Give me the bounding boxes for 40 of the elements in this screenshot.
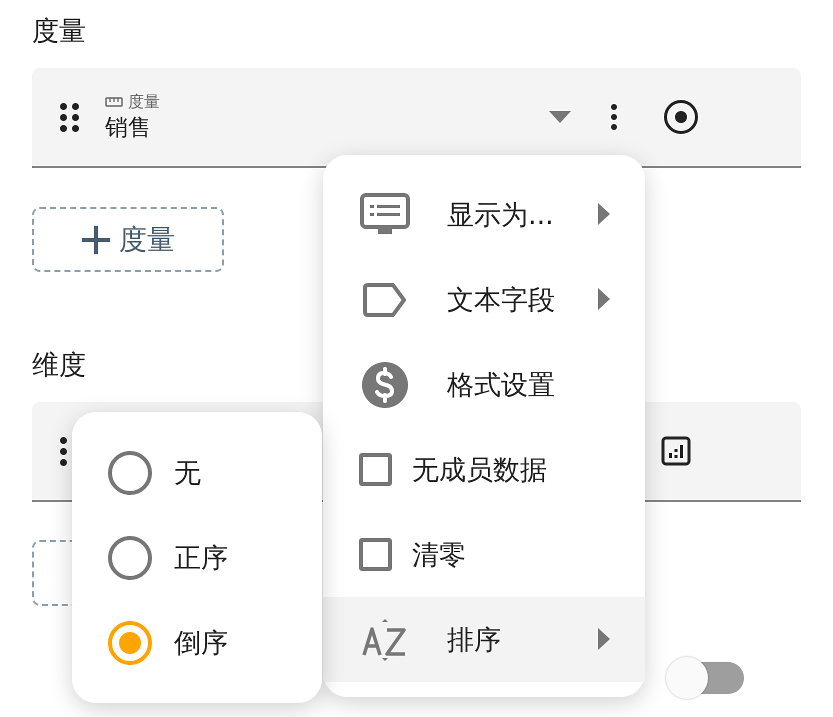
option-label: 无: [174, 456, 201, 490]
monitor-icon: [360, 192, 410, 236]
menu-item[interactable]: 格式设置: [323, 342, 645, 427]
menu-item-label: 排序: [447, 624, 501, 658]
menu-item-label: 无成员数据: [412, 454, 547, 488]
menu-item-label: 格式设置: [447, 368, 555, 402]
dropdown-caret-icon[interactable]: [549, 111, 571, 123]
menu-item[interactable]: 显示为...: [323, 172, 645, 257]
checkbox[interactable]: [359, 453, 392, 486]
plus-icon: [81, 224, 111, 254]
submenu-arrow-icon: [598, 628, 610, 650]
submenu-arrow-icon: [598, 288, 610, 310]
menu-item[interactable]: 文本字段: [323, 257, 645, 342]
submenu-arrow-icon: [598, 203, 610, 225]
section-heading: 维度: [32, 349, 87, 383]
more-icon[interactable]: [611, 104, 617, 130]
bar-chart-icon[interactable]: [661, 436, 691, 466]
menu-item-label: 显示为...: [447, 198, 554, 232]
radio-button[interactable]: [108, 450, 152, 494]
drag-handle-icon[interactable]: [60, 102, 79, 132]
measure-field[interactable]: 度量 销售: [32, 68, 801, 168]
ruler-icon: [105, 97, 123, 107]
field-value: 销售: [105, 114, 152, 142]
menu-item-label: 文本字段: [447, 284, 555, 318]
menu-item-label: 清零: [412, 538, 466, 572]
add-measure-button[interactable]: 度量: [32, 207, 224, 272]
menu-item[interactable]: 无成员数据: [323, 427, 645, 512]
menu-item[interactable]: 排序: [323, 597, 645, 682]
option-label: 正序: [174, 542, 228, 576]
radio-button[interactable]: [108, 536, 152, 580]
section-heading: 度量: [32, 15, 87, 49]
tag-icon: [363, 282, 407, 316]
dollar-icon: [362, 362, 408, 408]
radio-target-icon[interactable]: [663, 99, 699, 135]
radio-button[interactable]: [108, 620, 152, 664]
checkbox[interactable]: [359, 538, 392, 571]
option-label: 倒序: [174, 626, 228, 660]
menu-item[interactable]: 清零: [323, 512, 645, 597]
field-label: 度量: [128, 92, 160, 112]
sort-az-icon: [362, 616, 408, 662]
